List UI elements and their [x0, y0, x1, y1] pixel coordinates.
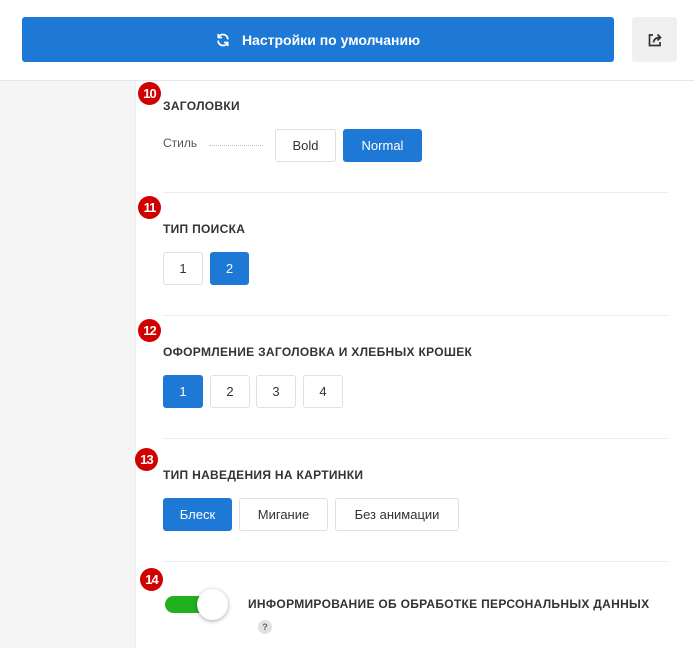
hover-no-animation-button[interactable]: Без анимации	[335, 498, 459, 531]
heading-style-normal-button[interactable]: Normal	[343, 129, 422, 162]
share-icon	[648, 33, 661, 46]
reset-defaults-button[interactable]: Настройки по умолчанию	[22, 17, 614, 62]
reset-defaults-label: Настройки по умолчанию	[241, 31, 421, 48]
share-button[interactable]	[632, 17, 677, 62]
breadcrumbs-style-1-button[interactable]: 1	[163, 375, 203, 408]
search-type-2-button[interactable]: 2	[210, 252, 249, 285]
dotted-leader	[209, 145, 263, 146]
help-icon[interactable]: ?	[258, 620, 272, 634]
step-badge-10: 10	[138, 82, 161, 105]
step-badge-12: 12	[138, 319, 161, 342]
section-title-breadcrumbs: ОФОРМЛЕНИЕ ЗАГОЛОВКА И ХЛЕБНЫХ КРОШЕК	[163, 345, 473, 359]
step-badge-11: 11	[138, 196, 161, 219]
search-type-1-button[interactable]: 1	[163, 252, 203, 285]
section-title-headings: ЗАГОЛОВКИ	[163, 99, 240, 113]
section-divider	[163, 192, 668, 193]
breadcrumbs-style-3-button[interactable]: 3	[256, 375, 296, 408]
toggle-knob	[197, 589, 228, 620]
personal-data-toggle[interactable]	[165, 589, 228, 620]
section-divider	[163, 438, 668, 439]
style-label: Стиль	[163, 136, 198, 150]
section-title-image-hover: ТИП НАВЕДЕНИЯ НА КАРТИНКИ	[163, 468, 364, 482]
top-bar: Настройки по умолчанию	[0, 0, 694, 81]
heading-style-bold-button[interactable]: Bold	[275, 129, 336, 162]
step-badge-14: 14	[140, 568, 163, 591]
section-divider	[163, 561, 668, 562]
section-divider	[163, 315, 668, 316]
hover-blink-button[interactable]: Мигание	[239, 498, 328, 531]
section-title-search-type: ТИП ПОИСКА	[163, 222, 246, 236]
breadcrumbs-style-2-button[interactable]: 2	[210, 375, 250, 408]
left-panel-strip	[0, 81, 136, 648]
hover-shine-button[interactable]: Блеск	[163, 498, 232, 531]
breadcrumbs-style-4-button[interactable]: 4	[303, 375, 343, 408]
step-badge-13: 13	[135, 448, 158, 471]
refresh-icon	[217, 33, 229, 46]
personal-data-label: ИНФОРМИРОВАНИЕ ОБ ОБРАБОТКЕ ПЕРСОНАЛЬНЫХ…	[248, 597, 650, 611]
